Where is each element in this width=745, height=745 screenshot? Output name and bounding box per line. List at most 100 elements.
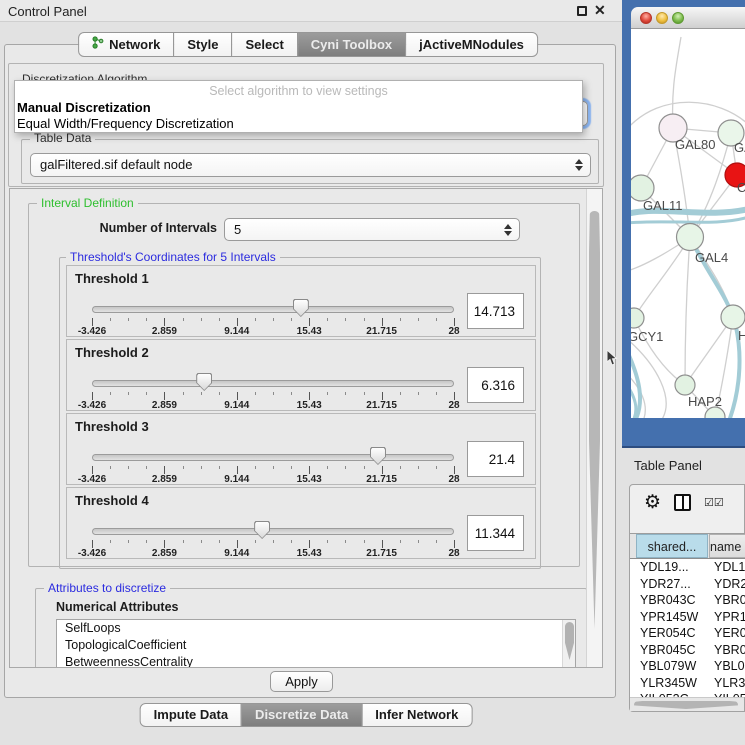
network-icon: [92, 36, 104, 52]
column-header-name[interactable]: name: [709, 534, 745, 558]
number-of-intervals-spinner[interactable]: 5: [224, 218, 520, 241]
apply-button[interactable]: Apply: [270, 671, 333, 692]
cell[interactable]: YBL079W: [714, 658, 745, 674]
cell[interactable]: YLR345W: [714, 675, 745, 691]
cell[interactable]: YBR043C: [640, 592, 710, 608]
numerical-attributes-list[interactable]: SelfLoops TopologicalCoefficient Between…: [56, 619, 576, 668]
close-panel-button[interactable]: ✕: [594, 2, 606, 19]
checkbox-icons[interactable]: ☑☑: [704, 496, 724, 509]
scrollbar-thumb[interactable]: [634, 701, 738, 709]
tab-label: Infer Network: [375, 707, 458, 722]
list-scrollbar[interactable]: [562, 620, 575, 668]
float-window-button[interactable]: [577, 6, 587, 16]
intervals-count-value: 5: [234, 222, 241, 237]
slider-thumb[interactable]: [370, 447, 386, 465]
gear-icon[interactable]: ⚙: [644, 491, 661, 514]
table-row[interactable]: YBL079WYBL079W: [630, 658, 745, 675]
threshold-1-panel: Threshold 1 -3.426 2.859 9.144 15.43 21.…: [66, 265, 536, 337]
zoom-traffic-light[interactable]: [672, 12, 684, 24]
tab-cyni-toolbox[interactable]: Cyni Toolbox: [297, 32, 406, 57]
slider-track[interactable]: [92, 454, 454, 461]
combo-arrows-icon: [575, 158, 583, 172]
table-horizontal-scrollbar[interactable]: [630, 697, 744, 711]
table-row[interactable]: YDL19...YDL19...: [630, 559, 745, 576]
list-item-betweennesscentrality[interactable]: BetweennessCentrality: [57, 654, 575, 668]
slider-track[interactable]: [92, 306, 454, 313]
table-row[interactable]: YBR045CYBR045C: [630, 642, 745, 659]
scale-label: 21.715: [366, 548, 397, 559]
slider-thumb[interactable]: [293, 299, 309, 317]
thresholds-group-title: Threshold's Coordinates for 5 Intervals: [66, 251, 280, 264]
threshold-2-value-field[interactable]: [467, 367, 524, 403]
cell[interactable]: YBL079W: [640, 658, 710, 674]
tab-network[interactable]: Network: [78, 32, 174, 57]
label-hap2: HAP2: [688, 394, 722, 409]
node-gal4[interactable]: [677, 224, 704, 251]
columns-icon[interactable]: [674, 494, 691, 511]
cell[interactable]: YLR345W: [640, 675, 710, 691]
scale-label: 2.859: [152, 474, 177, 485]
column-header-shared-name[interactable]: shared...: [636, 534, 708, 558]
threshold-1-value-field[interactable]: [467, 293, 524, 329]
cell[interactable]: YDL19...: [714, 559, 745, 575]
cell[interactable]: YBR045C: [714, 642, 745, 658]
tab-infer-network[interactable]: Infer Network: [361, 703, 472, 727]
slider-thumb[interactable]: [254, 521, 270, 539]
threshold-4-value-field[interactable]: [467, 515, 524, 551]
threshold-3-value-field[interactable]: [467, 441, 524, 477]
table-row[interactable]: YER054CYER054C: [630, 625, 745, 642]
tab-impute-data[interactable]: Impute Data: [140, 703, 242, 727]
cell[interactable]: YER054C: [640, 625, 710, 641]
node-gcy1[interactable]: [631, 308, 644, 328]
table-row[interactable]: YLR345WYLR345W: [630, 675, 745, 692]
tab-select[interactable]: Select: [231, 32, 297, 57]
cell[interactable]: YBR043C: [714, 592, 745, 608]
network-canvas[interactable]: GAL80 GA GAL11 C GAL4 GCY1 H HAP2: [631, 29, 745, 418]
tab-discretize-data[interactable]: Discretize Data: [241, 703, 362, 727]
interval-definition-title: Interval Definition: [37, 197, 138, 210]
popup-option-equal-width-frequency[interactable]: Equal Width/Frequency Discretization: [17, 116, 234, 131]
threshold-2-slider[interactable]: -3.426 2.859 9.144 15.43 21.715 28: [92, 373, 454, 411]
tab-label: Discretize Data: [255, 707, 348, 722]
threshold-1-slider[interactable]: -3.426 2.859 9.144 15.43 21.715 28: [92, 299, 454, 337]
table-row[interactable]: YDR27...YDR27...: [630, 576, 745, 593]
threshold-4-slider[interactable]: -3.426 2.859 9.144 15.43 21.715 28: [92, 521, 454, 559]
node-hap2[interactable]: [675, 375, 695, 395]
mouse-cursor: [606, 350, 618, 366]
list-item-topologicalcoefficient[interactable]: TopologicalCoefficient: [57, 637, 575, 654]
cell[interactable]: YPR145W: [714, 609, 745, 625]
cell[interactable]: YER054C: [714, 625, 745, 641]
cell[interactable]: YDR27...: [714, 576, 745, 592]
node-right-low[interactable]: [721, 305, 745, 329]
scale-label: 21.715: [366, 326, 397, 337]
slider-track[interactable]: [92, 380, 454, 387]
settings-scrollbar[interactable]: [586, 189, 602, 667]
cell[interactable]: YBR045C: [640, 642, 710, 658]
cell[interactable]: YDL19...: [640, 559, 710, 575]
tab-style[interactable]: Style: [173, 32, 232, 57]
table-header: shared... name: [630, 533, 745, 559]
cell[interactable]: YPR145W: [640, 609, 710, 625]
slider-track[interactable]: [92, 528, 454, 535]
scrollbar-thumb[interactable]: [565, 622, 574, 660]
slider-thumb[interactable]: [196, 373, 212, 391]
tab-jactivemnodules[interactable]: jActiveMNodules: [405, 32, 538, 57]
network-window-titlebar[interactable]: [631, 7, 745, 29]
scale-label: 28: [448, 326, 459, 337]
slider-ticks: [92, 392, 454, 400]
close-traffic-light[interactable]: [640, 12, 652, 24]
table-row[interactable]: YBR043CYBR043C: [630, 592, 745, 609]
table-row[interactable]: YPR145WYPR145W: [630, 609, 745, 626]
threshold-4-panel: Threshold 4 -3.426 2.859 9.144 15.43 21.…: [66, 487, 536, 559]
list-item-selfloops[interactable]: SelfLoops: [57, 620, 575, 637]
tab-label: Cyni Toolbox: [311, 37, 392, 52]
scrollbar-thumb[interactable]: [589, 211, 600, 629]
scale-label: 9.144: [224, 326, 249, 337]
scale-label: -3.426: [78, 474, 106, 485]
popup-option-manual-discretization[interactable]: Manual Discretization: [17, 100, 151, 115]
label-partial-mid: C: [737, 180, 745, 195]
minimize-traffic-light[interactable]: [656, 12, 668, 24]
cell[interactable]: YDR27...: [640, 576, 710, 592]
threshold-3-slider[interactable]: -3.426 2.859 9.144 15.43 21.715 28: [92, 447, 454, 485]
table-data-combobox[interactable]: galFiltered.sif default node: [30, 153, 591, 177]
